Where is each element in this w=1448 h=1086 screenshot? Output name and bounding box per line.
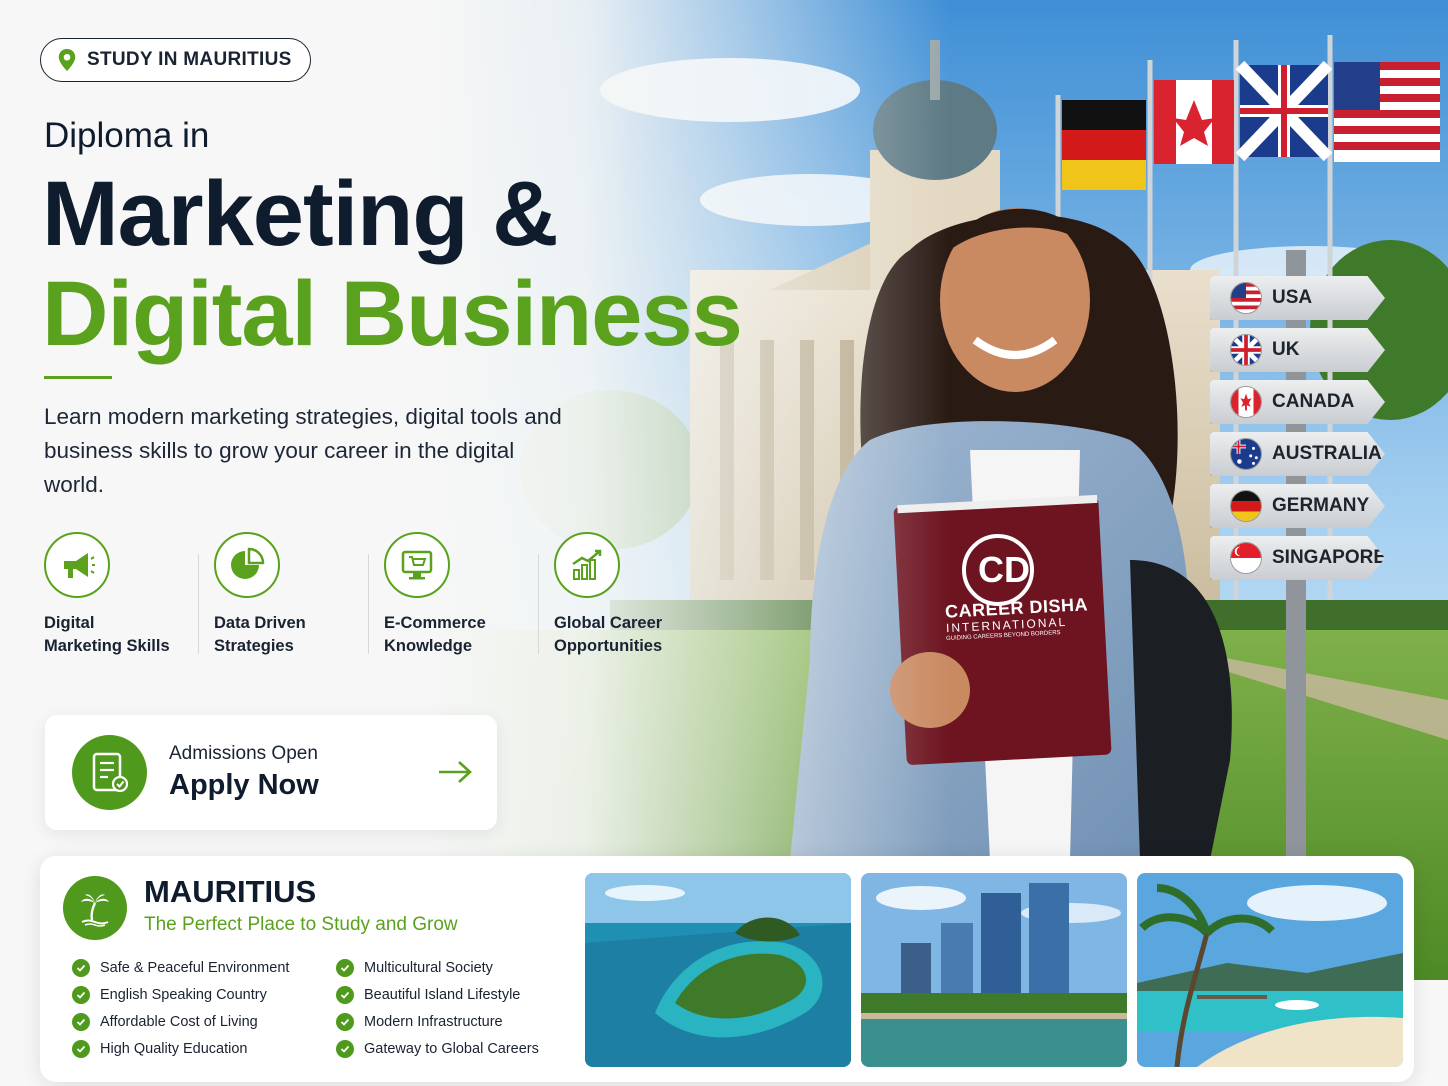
list-item: Affordable Cost of Living xyxy=(72,1008,289,1035)
sign-usa[interactable]: USA xyxy=(1210,276,1385,320)
list-item: Gateway to Global Careers xyxy=(336,1035,539,1062)
sign-australia[interactable]: AUSTRALIA xyxy=(1210,432,1385,476)
list-item: Safe & Peaceful Environment xyxy=(72,954,289,981)
admissions-label: Admissions Open xyxy=(169,743,318,764)
sign-germany[interactable]: GERMANY xyxy=(1210,484,1385,528)
uk-flag-icon xyxy=(1230,334,1262,366)
mauritius-benefits-col1: Safe & Peaceful Environment English Spea… xyxy=(72,954,289,1062)
country-name: AUSTRALIA xyxy=(1272,443,1382,464)
title-divider xyxy=(44,376,112,379)
country-name: UK xyxy=(1272,339,1300,360)
feature-line2: Strategies xyxy=(214,637,294,655)
feature-line1: Digital xyxy=(44,614,95,632)
location-label: STUDY IN MAURITIUS xyxy=(87,49,292,70)
mauritius-panel: MAURITIUS The Perfect Place to Study and… xyxy=(40,856,1414,1082)
feature-line2: Knowledge xyxy=(384,637,473,655)
feature-separator xyxy=(538,554,539,654)
feature-separator xyxy=(198,554,199,654)
arrow-right-icon[interactable] xyxy=(437,759,473,785)
usa-flag-icon xyxy=(1230,282,1262,314)
feature-line2: Opportunities xyxy=(554,637,663,655)
mauritius-title: MAURITIUS xyxy=(144,874,317,909)
application-form-icon xyxy=(72,735,147,810)
shopping-cart-icon xyxy=(384,532,450,598)
city-waterfront-photo xyxy=(861,873,1127,1067)
hero-description: Learn modern marketing strategies, digit… xyxy=(44,404,562,497)
pie-chart-icon xyxy=(214,532,280,598)
palm-tree-icon xyxy=(63,876,127,940)
benefit-text: Multicultural Society xyxy=(364,959,493,976)
megaphone-icon xyxy=(44,532,110,598)
beach-photo xyxy=(1137,873,1403,1067)
feature-line1: Global Career xyxy=(554,614,663,632)
benefit-text: Safe & Peaceful Environment xyxy=(100,959,290,976)
benefit-text: Affordable Cost of Living xyxy=(100,1013,258,1030)
mauritius-benefits-col2: Multicultural Society Beautiful Island L… xyxy=(336,954,539,1062)
feature-digital-marketing: Digital Marketing Skills xyxy=(44,532,214,658)
singapore-flag-icon xyxy=(1230,542,1262,574)
canada-flag-icon xyxy=(1230,386,1262,418)
benefit-text: Gateway to Global Careers xyxy=(364,1040,539,1057)
benefit-text: Beautiful Island Lifestyle xyxy=(364,986,521,1003)
feature-line2: Marketing Skills xyxy=(44,637,170,655)
country-name: USA xyxy=(1272,287,1313,308)
country-name: SINGAPORE xyxy=(1272,547,1387,568)
sign-canada[interactable]: CANADA xyxy=(1210,380,1385,424)
mauritius-tagline: The Perfect Place to Study and Grow xyxy=(144,914,458,935)
germany-flag-icon xyxy=(1230,490,1262,522)
hero-title-line1: Marketing & xyxy=(42,163,559,265)
check-icon xyxy=(336,1039,354,1058)
feature-line1: E-Commerce xyxy=(384,614,486,632)
sign-singapore[interactable]: SINGAPORE xyxy=(1210,536,1385,580)
check-icon xyxy=(72,958,90,977)
list-item: High Quality Education xyxy=(72,1035,289,1062)
check-icon xyxy=(336,958,354,977)
check-icon xyxy=(336,985,354,1004)
feature-data-driven: Data Driven Strategies xyxy=(198,532,384,658)
check-icon xyxy=(336,1012,354,1031)
check-icon xyxy=(72,1039,90,1058)
feature-list: Digital Marketing Skills Data Driven Strat… xyxy=(44,532,724,658)
feature-separator xyxy=(368,554,369,654)
svg-text:CD: CD xyxy=(978,549,1030,590)
benefit-text: English Speaking Country xyxy=(100,986,267,1003)
hero-subtitle: Diploma in xyxy=(44,116,210,155)
growth-chart-icon xyxy=(554,532,620,598)
country-name: CANADA xyxy=(1272,391,1355,412)
location-pill[interactable]: STUDY IN MAURITIUS xyxy=(40,38,311,82)
feature-ecommerce: E-Commerce Knowledge xyxy=(368,532,554,658)
list-item: Multicultural Society xyxy=(336,954,539,981)
list-item: English Speaking Country xyxy=(72,981,289,1008)
apply-now-label: Apply Now xyxy=(169,769,319,801)
sign-uk[interactable]: UK xyxy=(1210,328,1385,372)
map-pin-icon xyxy=(58,49,76,71)
hero-title-line2: Digital Business xyxy=(42,263,743,365)
list-item: Beautiful Island Lifestyle xyxy=(336,981,539,1008)
apply-now-card[interactable]: Admissions Open Apply Now xyxy=(45,715,497,830)
country-signpost: USA UK CANADA AUSTRALIA GERMANY SINGAPOR… xyxy=(1210,276,1385,588)
island-aerial-photo xyxy=(585,873,851,1067)
feature-global-career: Global Career Opportunities xyxy=(538,532,724,658)
australia-flag-icon xyxy=(1230,438,1262,470)
country-name: GERMANY xyxy=(1272,495,1370,516)
list-item: Modern Infrastructure xyxy=(336,1008,539,1035)
feature-line1: Data Driven xyxy=(214,614,306,632)
check-icon xyxy=(72,1012,90,1031)
benefit-text: Modern Infrastructure xyxy=(364,1013,503,1030)
check-icon xyxy=(72,985,90,1004)
benefit-text: High Quality Education xyxy=(100,1040,248,1057)
